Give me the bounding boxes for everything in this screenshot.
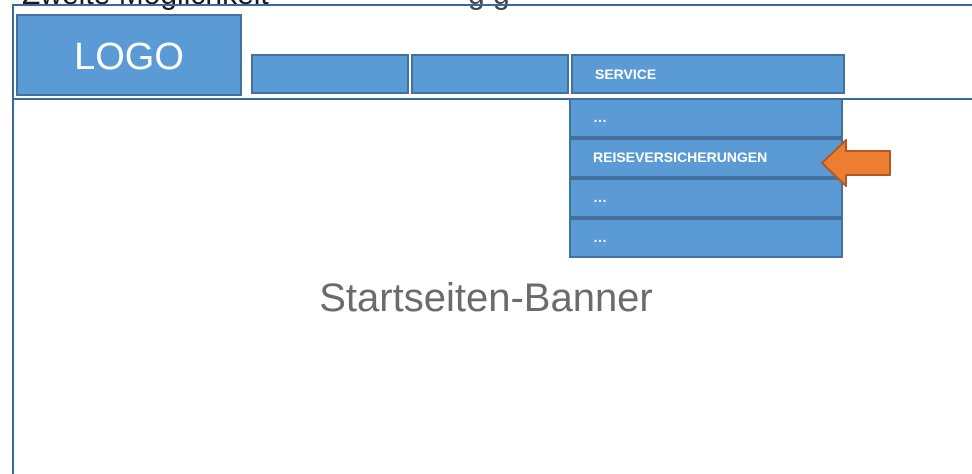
dropdown-item-reiseversicherungen[interactable]: REISEVERSICHERUNGEN <box>569 138 843 178</box>
highlight-arrow-icon <box>821 139 891 187</box>
banner-label: Startseiten-Banner <box>319 276 653 320</box>
dropdown-item-1[interactable]: … <box>569 98 843 138</box>
nav-tab-service[interactable]: SERVICE <box>571 54 845 94</box>
nav-tab-1[interactable] <box>251 54 409 94</box>
header-top-rule <box>12 4 972 6</box>
dropdown-item-4[interactable]: … <box>569 218 843 258</box>
wireframe-canvas: Zweite Möglichkeit g g Startseiten-Banne… <box>0 0 972 474</box>
highlight-arrow-shape <box>821 139 891 187</box>
nav-tab-2[interactable] <box>411 54 569 94</box>
dropdown-item-3[interactable]: … <box>569 178 843 218</box>
top-caption: Zweite Möglichkeit g g <box>0 0 972 12</box>
logo[interactable]: LOGO <box>16 14 242 96</box>
caption-tail: g g <box>468 0 510 12</box>
